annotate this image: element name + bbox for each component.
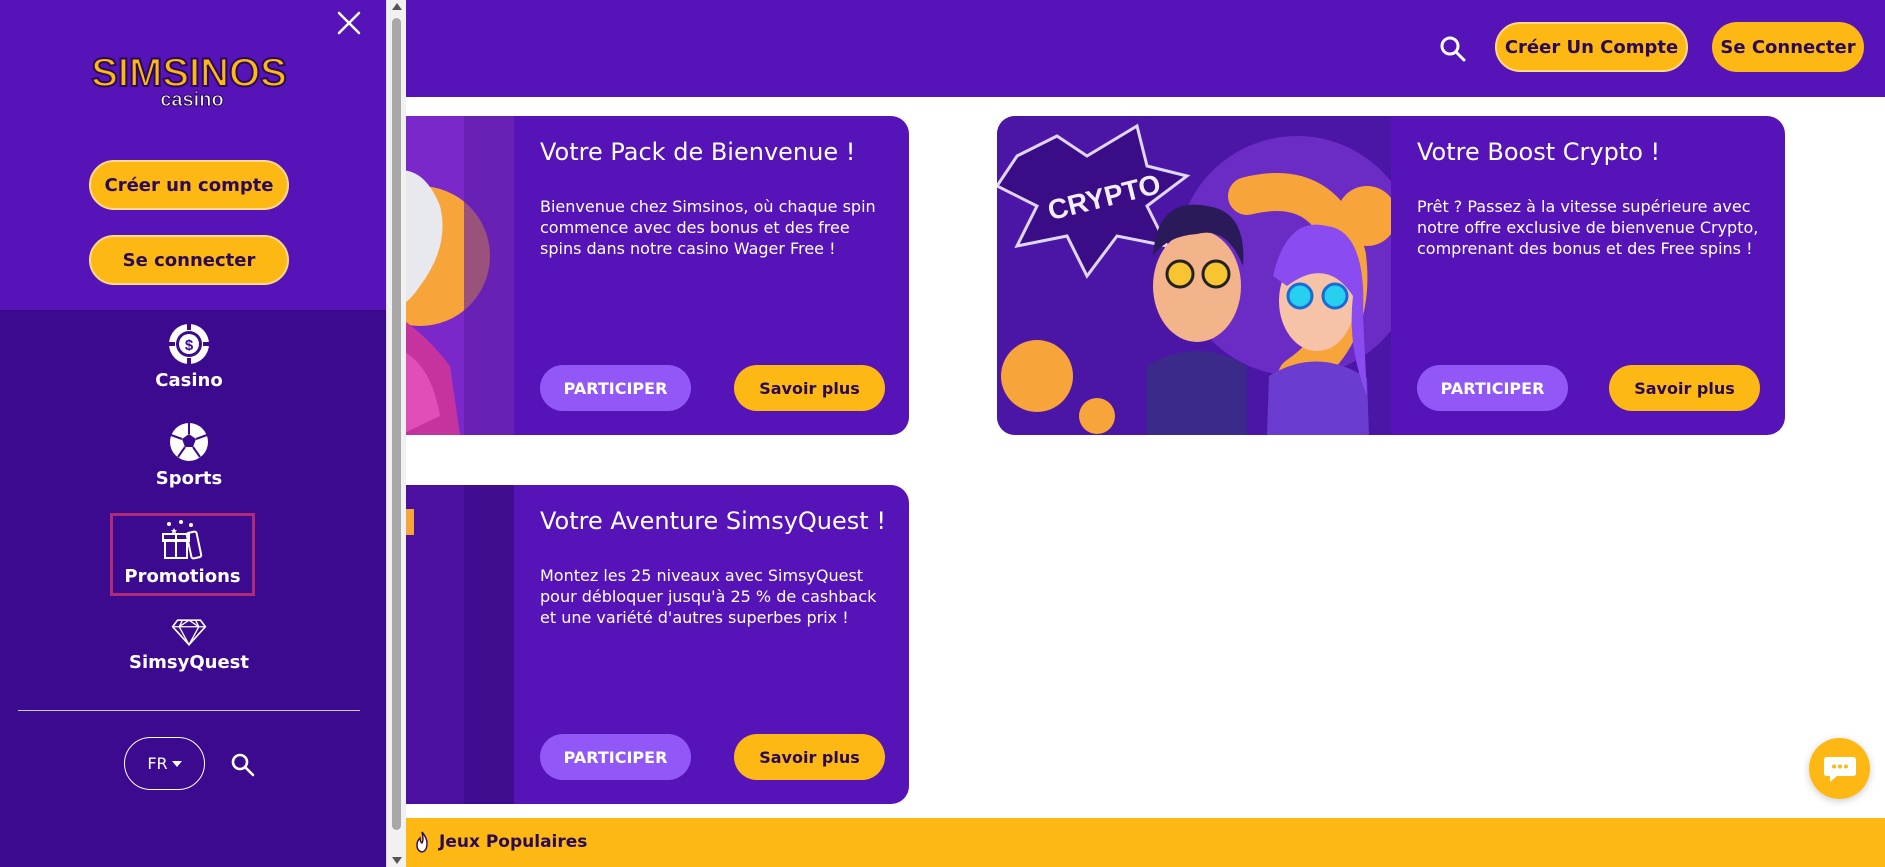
card-description: Montez les 25 niveaux avec SimsyQuest po… <box>540 566 877 627</box>
card-title: Votre Pack de Bienvenue ! <box>540 138 856 166</box>
svg-text:$: $ <box>185 337 194 354</box>
sidebar-scrollbar[interactable] <box>386 0 406 867</box>
login-button[interactable]: Se Connecter <box>1712 22 1864 72</box>
divider <box>18 710 360 711</box>
scroll-down-arrow-icon[interactable] <box>392 857 402 864</box>
search-icon[interactable] <box>230 752 256 778</box>
learn-more-button[interactable]: Savoir plus <box>734 734 885 780</box>
chat-bubble-icon <box>1823 756 1856 782</box>
card-description: Bienvenue chez Simsinos, où chaque spin … <box>540 197 876 258</box>
language-selector[interactable]: FR <box>124 737 205 790</box>
chevron-down-icon <box>171 760 182 767</box>
participate-button[interactable]: PARTICIPER <box>540 734 691 780</box>
popular-games-label: Jeux Populaires <box>439 832 588 852</box>
promo-card-welcome: Votre Pack de Bienvenue ! Bienvenue chez… <box>380 116 909 435</box>
diamond-icon <box>171 619 207 647</box>
sidebar-item-label: SimsyQuest <box>129 652 249 673</box>
chat-button[interactable] <box>1809 738 1870 799</box>
card-title: Votre Boost Crypto ! <box>1417 138 1661 166</box>
promo-card-simsyquest: Votre Aventure SimsyQuest ! Montez les 2… <box>380 485 909 804</box>
side-menu: SIMSINOS casino Créer un compte Se conne… <box>0 0 386 867</box>
card-description: Prêt ? Passez à la vitesse supérieure av… <box>1417 197 1759 258</box>
sidebar-item-label: Sports <box>155 468 223 489</box>
sidebar-item-simsyquest[interactable]: SimsyQuest <box>119 612 259 673</box>
scrollbar-thumb[interactable] <box>392 18 401 830</box>
learn-more-button[interactable]: Savoir plus <box>734 365 885 411</box>
soccer-ball-icon <box>170 423 208 461</box>
card-title: Votre Aventure SimsyQuest ! <box>540 507 886 535</box>
scroll-up-arrow-icon[interactable] <box>392 3 402 10</box>
sidebar-item-label: Promotions <box>124 566 241 587</box>
sidebar-item-sports[interactable]: Sports <box>119 420 259 489</box>
learn-more-button[interactable]: Savoir plus <box>1609 365 1760 411</box>
sidebar-item-casino[interactable]: $ Casino <box>119 322 259 391</box>
language-code: FR <box>147 754 168 773</box>
sidebar-item-label: Casino <box>155 370 223 391</box>
sidebar-item-promotions[interactable]: Promotions <box>110 513 255 596</box>
promo-card-crypto: CRYPTO Votre Boost Crypto ! Prêt ? Passe… <box>997 116 1785 435</box>
sidebar-create-account-button[interactable]: Créer un compte <box>89 160 289 210</box>
fire-icon <box>416 831 428 853</box>
sidebar-login-button[interactable]: Se connecter <box>89 235 289 285</box>
close-icon[interactable] <box>334 8 364 38</box>
gift-icon <box>161 520 202 560</box>
create-account-button[interactable]: Créer Un Compte <box>1495 22 1688 72</box>
simsinos-logo[interactable]: SIMSINOS casino <box>80 52 298 110</box>
casino-chip-icon: $ <box>169 324 209 364</box>
card-image: CRYPTO <box>997 116 1391 435</box>
svg-text:casino: casino <box>160 89 223 110</box>
search-icon[interactable] <box>1438 34 1468 64</box>
participate-button[interactable]: PARTICIPER <box>540 365 691 411</box>
participate-button[interactable]: PARTICIPER <box>1417 365 1568 411</box>
